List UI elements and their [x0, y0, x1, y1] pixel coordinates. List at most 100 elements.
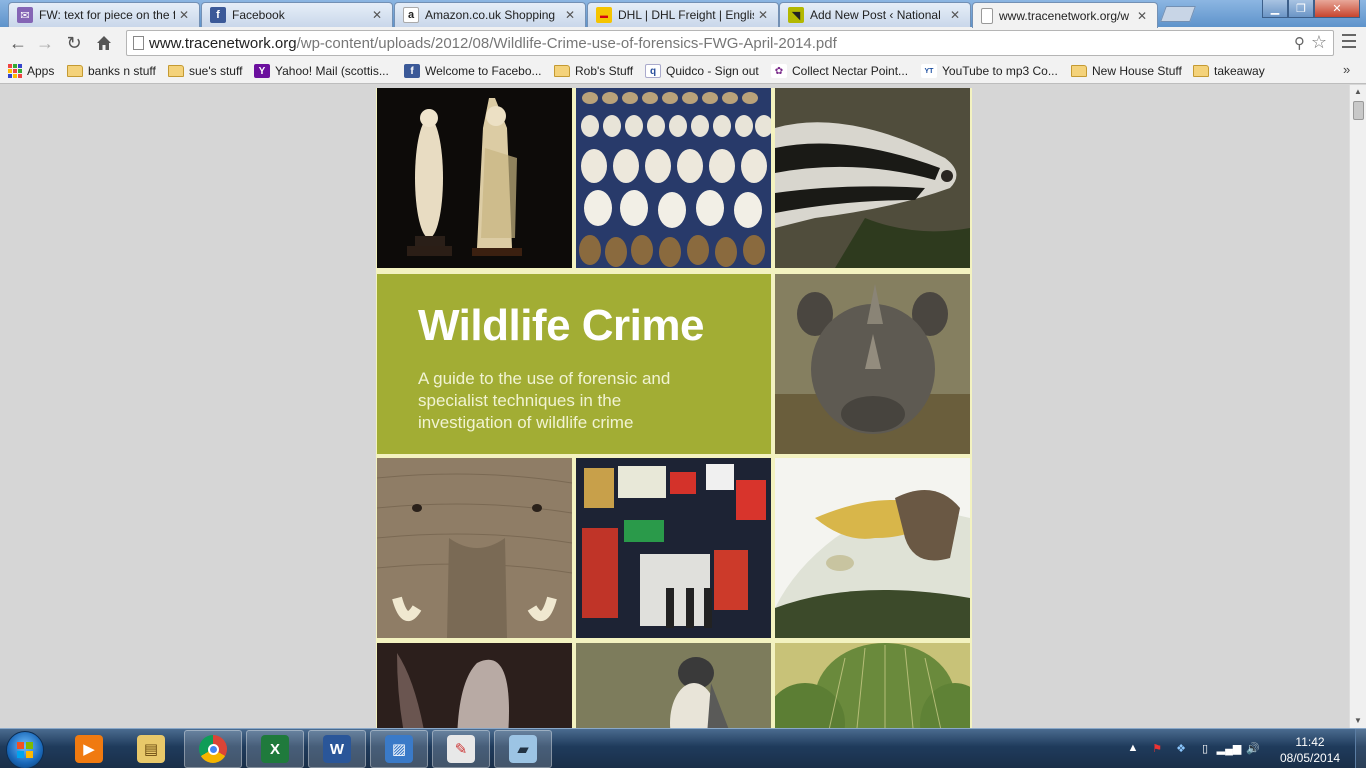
taskbar-explorer[interactable]: ▤ — [122, 730, 180, 768]
word-icon: W — [323, 735, 351, 763]
bookmark-banks-n-stuff[interactable]: banks n stuff — [67, 62, 156, 80]
taskbar-word[interactable]: W — [308, 730, 366, 768]
bookmark-nectar[interactable]: ✿ Collect Nectar Point... — [771, 62, 908, 80]
close-tab-icon[interactable]: ✕ — [179, 8, 191, 22]
close-tab-icon[interactable]: ✕ — [1137, 9, 1149, 23]
show-hidden-icons-icon[interactable]: ▲ — [1126, 741, 1140, 755]
scroll-down-arrow-icon[interactable]: ▼ — [1350, 714, 1366, 728]
bookmark-apps[interactable]: Apps — [8, 62, 54, 80]
bookmark-label: Quidco - Sign out — [666, 64, 759, 78]
restore-button[interactable]: ❐ — [1288, 0, 1314, 18]
home-button[interactable] — [92, 31, 116, 55]
peregrine-falcon-image — [576, 643, 771, 728]
notes-icon: ▰ — [509, 735, 537, 763]
bookmark-label: Yahoo! Mail (scottis... — [275, 64, 389, 78]
tab-title: Add New Post ‹ National — [810, 8, 941, 22]
close-tab-icon[interactable]: ✕ — [758, 8, 770, 22]
bookmark-label: YouTube to mp3 Co... — [942, 64, 1058, 78]
quidco-icon: q — [645, 64, 661, 78]
scroll-up-arrow-icon[interactable]: ▲ — [1350, 85, 1366, 99]
url-host: www.tracenetwork.org — [149, 35, 297, 52]
taskbar-media-player[interactable]: ▶ — [60, 730, 118, 768]
bookmark-facebook[interactable]: f Welcome to Facebo... — [404, 62, 542, 80]
new-tab-button[interactable] — [1160, 6, 1196, 22]
nwcu-icon: ◥ — [788, 7, 804, 23]
nectar-icon: ✿ — [771, 64, 787, 78]
taskbar-chrome[interactable] — [184, 730, 242, 768]
folder-icon — [1193, 65, 1209, 77]
tab-title: FW: text for piece on the f — [39, 8, 175, 22]
bookmark-yahoo-mail[interactable]: Y Yahoo! Mail (scottis... — [254, 62, 389, 80]
folder-icon — [67, 65, 83, 77]
bookmark-label: Apps — [27, 64, 55, 78]
tab-fw-email[interactable]: ✉ FW: text for piece on the f ✕ — [8, 2, 200, 27]
browser-toolbar: ← → ↻ www.tracenetwork.org/wp-content/up… — [0, 27, 1366, 58]
bookmark-label: takeaway — [1214, 64, 1265, 78]
battery-icon[interactable]: ▯ — [1198, 741, 1212, 755]
yahoo-icon: Y — [254, 64, 270, 78]
search-icon[interactable]: ⚲ — [1294, 34, 1305, 52]
pdf-page: Wildlife Crime A guide to the use of for… — [376, 88, 972, 728]
document-title: Wildlife Crime — [418, 301, 704, 350]
chrome-menu-button[interactable] — [1340, 33, 1358, 49]
bookmark-takeaway[interactable]: takeaway — [1193, 62, 1265, 80]
tab-facebook[interactable]: f Facebook ✕ — [201, 2, 393, 27]
taskbar-paint[interactable]: ✎ — [432, 730, 490, 768]
reload-button[interactable]: ↻ — [62, 31, 86, 55]
start-button[interactable] — [6, 731, 44, 768]
url-path: /wp-content/uploads/2012/08/Wildlife-Cri… — [296, 35, 837, 52]
tab-title: Facebook — [232, 8, 285, 22]
action-center-icon[interactable]: ⚑ — [1150, 741, 1164, 755]
dropbox-icon[interactable]: ❖ — [1174, 741, 1188, 755]
taskbar-photo-viewer[interactable]: ▨ — [370, 730, 428, 768]
tab-add-new-post[interactable]: ◥ Add New Post ‹ National ✕ — [779, 2, 971, 27]
bookmark-quidco[interactable]: q Quidco - Sign out — [645, 62, 759, 80]
bookmark-youtube-mp3[interactable]: YT YouTube to mp3 Co... — [921, 62, 1058, 80]
bookmark-robs-stuff[interactable]: Rob's Stuff — [554, 62, 633, 80]
bookmark-label: New House Stuff — [1092, 64, 1182, 78]
volume-icon[interactable]: 🔊 — [1246, 741, 1260, 755]
bookmark-new-house-stuff[interactable]: New House Stuff — [1071, 62, 1182, 80]
traditional-medicines-image — [576, 458, 771, 638]
mail-icon: ✉ — [17, 7, 33, 23]
close-tab-icon[interactable]: ✕ — [950, 8, 962, 22]
yt-mp3-icon: YT — [921, 64, 937, 78]
elephant-image — [377, 458, 572, 638]
forward-button[interactable]: → — [33, 31, 57, 55]
taskbar-notes[interactable]: ▰ — [494, 730, 552, 768]
back-button[interactable]: ← — [6, 31, 30, 55]
minimize-button[interactable]: ▁ — [1262, 0, 1288, 18]
eagle-with-bird-image — [775, 458, 970, 638]
facebook-icon: f — [210, 7, 226, 23]
show-desktop-button[interactable] — [1355, 729, 1366, 768]
folder-icon — [554, 65, 570, 77]
ivory-figurines-image — [377, 88, 572, 268]
tab-title: Amazon.co.uk Shopping — [425, 8, 556, 22]
close-window-button[interactable]: ✕ — [1314, 0, 1360, 18]
bookmark-star-icon[interactable]: ☆ — [1311, 32, 1327, 53]
clock[interactable]: 11:42 08/05/2014 — [1280, 734, 1340, 766]
clock-date: 08/05/2014 — [1280, 751, 1341, 765]
close-tab-icon[interactable]: ✕ — [565, 8, 577, 22]
taskbar-excel[interactable]: X — [246, 730, 304, 768]
close-tab-icon[interactable]: ✕ — [372, 8, 384, 22]
pdf-viewer[interactable]: Wildlife Crime A guide to the use of for… — [0, 85, 1349, 728]
bat-image — [377, 643, 572, 728]
network-signal-icon[interactable]: ▂▄▆ — [1217, 741, 1242, 755]
windows-logo-icon — [17, 742, 33, 758]
tab-tracenetwork[interactable]: www.tracenetwork.org/w ✕ — [972, 2, 1158, 28]
paint-icon: ✎ — [447, 735, 475, 763]
tab-dhl[interactable]: ▬ DHL | DHL Freight | Englis ✕ — [587, 2, 779, 27]
hamburger-menu-icon — [1342, 34, 1356, 36]
home-icon — [97, 36, 111, 50]
clock-time: 11:42 — [1295, 735, 1325, 749]
vertical-scrollbar[interactable]: ▲ ▼ — [1349, 85, 1366, 728]
chrome-icon — [199, 735, 227, 763]
dhl-icon: ▬ — [596, 7, 612, 23]
url-text[interactable]: www.tracenetwork.org/wp-content/uploads/… — [149, 35, 837, 52]
tab-amazon[interactable]: a Amazon.co.uk Shopping ✕ — [394, 2, 586, 27]
scrollbar-thumb[interactable] — [1353, 101, 1364, 120]
bookmarks-overflow-button[interactable]: » — [1343, 62, 1350, 77]
address-bar[interactable]: www.tracenetwork.org/wp-content/uploads/… — [126, 30, 1334, 56]
bookmark-sues-stuff[interactable]: sue's stuff — [168, 62, 242, 80]
